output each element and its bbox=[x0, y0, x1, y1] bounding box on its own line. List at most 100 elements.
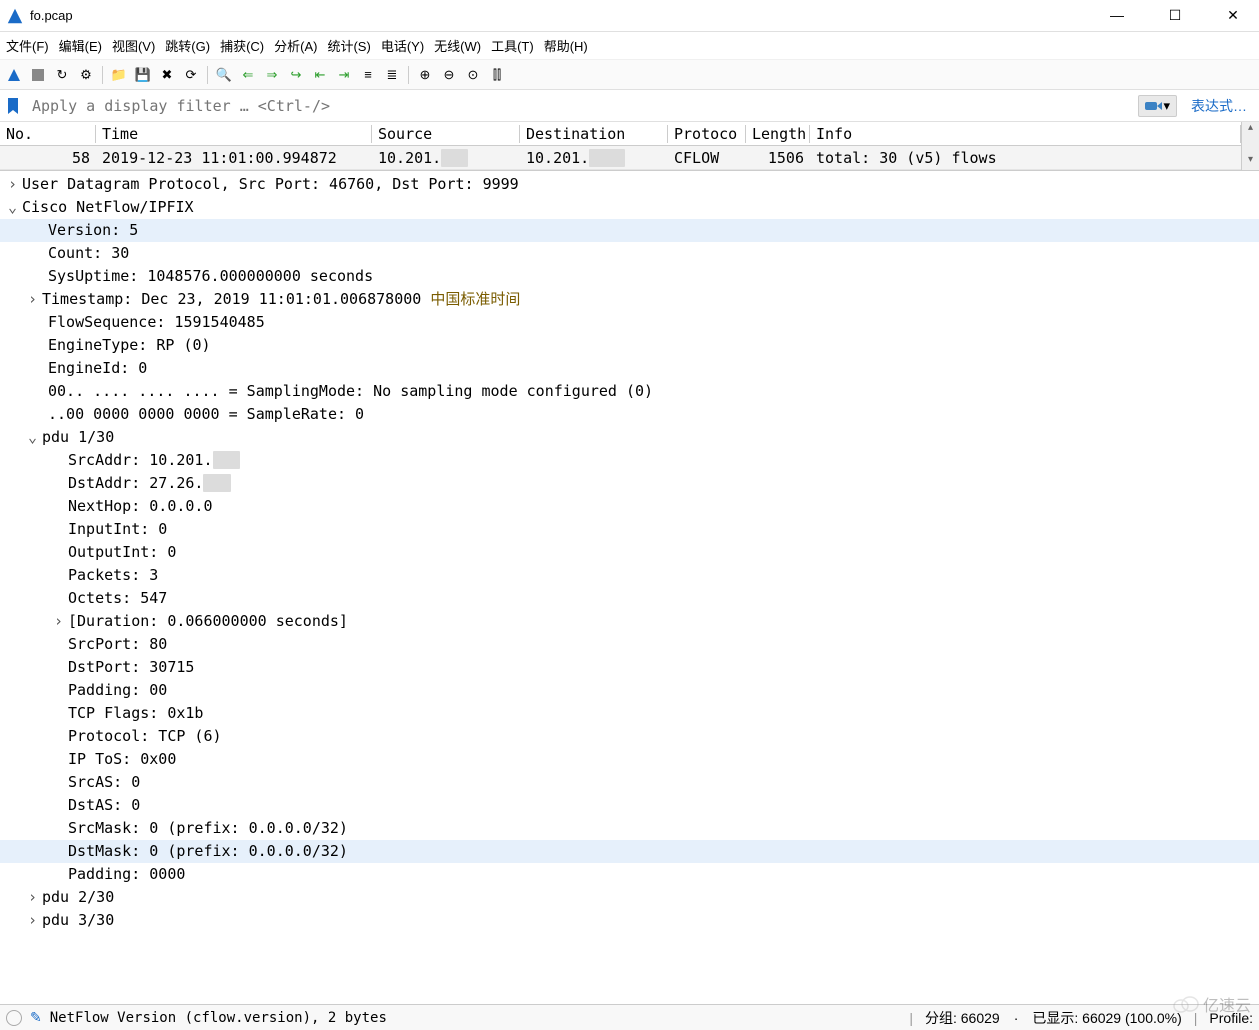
tree-nexthop[interactable]: NextHop: 0.0.0.0 bbox=[0, 495, 1259, 518]
display-filter-input[interactable] bbox=[28, 93, 1132, 119]
menu-tools[interactable]: 工具(T) bbox=[491, 36, 534, 55]
title-bar: fo.pcap — ☐ ✕ bbox=[0, 0, 1259, 32]
tree-count[interactable]: Count: 30 bbox=[0, 242, 1259, 265]
status-bar: ✎ NetFlow Version (cflow.version), 2 byt… bbox=[0, 1004, 1259, 1030]
tree-srcas[interactable]: SrcAS: 0 bbox=[0, 771, 1259, 794]
menu-file[interactable]: 文件(F) bbox=[6, 36, 49, 55]
column-protocol[interactable]: Protoco bbox=[668, 125, 746, 143]
menu-telephony[interactable]: 电话(Y) bbox=[381, 36, 424, 55]
cell-protocol: CFLOW bbox=[668, 149, 746, 167]
column-no[interactable]: No. bbox=[0, 125, 96, 143]
tree-flowsequence[interactable]: FlowSequence: 1591540485 bbox=[0, 311, 1259, 334]
toolbar-zoom-out-icon[interactable]: ⊖ bbox=[439, 65, 459, 85]
tree-pdu3[interactable]: ›pdu 3/30 bbox=[0, 909, 1259, 932]
toolbar-back-icon[interactable]: ⇐ bbox=[238, 65, 258, 85]
menu-bar: 文件(F) 编辑(E) 视图(V) 跳转(G) 捕获(C) 分析(A) 统计(S… bbox=[0, 32, 1259, 60]
toolbar-find-icon[interactable]: 🔍 bbox=[214, 65, 234, 85]
column-info[interactable]: Info bbox=[810, 125, 1241, 143]
toolbar-last-icon[interactable]: ⇥ bbox=[334, 65, 354, 85]
status-field: NetFlow Version (cflow.version), 2 bytes bbox=[50, 1010, 898, 1026]
main-toolbar: ↻ ⚙ 📁 💾 ✖ ⟳ 🔍 ⇐ ⇒ ↪ ⇤ ⇥ ≡ ≣ ⊕ ⊖ ⊙ ⫿⫿ bbox=[0, 60, 1259, 90]
tree-dstaddr[interactable]: DstAddr: 27.26.xxx bbox=[0, 472, 1259, 495]
column-source[interactable]: Source bbox=[372, 125, 520, 143]
toolbar-options-icon[interactable]: ⚙ bbox=[76, 65, 96, 85]
tree-dstport[interactable]: DstPort: 30715 bbox=[0, 656, 1259, 679]
menu-wireless[interactable]: 无线(W) bbox=[434, 36, 481, 55]
window-title: fo.pcap bbox=[30, 8, 1097, 23]
menu-go[interactable]: 跳转(G) bbox=[165, 36, 210, 55]
toolbar-forward-icon[interactable]: ⇒ bbox=[262, 65, 282, 85]
tree-netflow[interactable]: ⌄Cisco NetFlow/IPFIX bbox=[0, 196, 1259, 219]
tree-dstmask[interactable]: DstMask: 0 (prefix: 0.0.0.0/32) bbox=[0, 840, 1259, 863]
tree-outputint[interactable]: OutputInt: 0 bbox=[0, 541, 1259, 564]
tree-padding2[interactable]: Padding: 0000 bbox=[0, 863, 1259, 886]
app-icon bbox=[6, 7, 24, 25]
filter-apply-button[interactable]: ▾ bbox=[1138, 95, 1177, 117]
tree-inputint[interactable]: InputInt: 0 bbox=[0, 518, 1259, 541]
toolbar-stop-capture-icon[interactable] bbox=[28, 65, 48, 85]
column-length[interactable]: Length bbox=[746, 125, 810, 143]
tree-tcpflags[interactable]: TCP Flags: 0x1b bbox=[0, 702, 1259, 725]
toolbar-restart-capture-icon[interactable]: ↻ bbox=[52, 65, 72, 85]
toolbar-first-icon[interactable]: ⇤ bbox=[310, 65, 330, 85]
packet-row[interactable]: 58 2019-12-23 11:01:00.994872 10.201.xxx… bbox=[0, 146, 1241, 170]
tree-version[interactable]: Version: 5 bbox=[0, 219, 1259, 242]
column-destination[interactable]: Destination bbox=[520, 125, 668, 143]
toolbar-zoom-reset-icon[interactable]: ⊙ bbox=[463, 65, 483, 85]
tree-timestamp[interactable]: ›Timestamp: Dec 23, 2019 11:01:01.006878… bbox=[0, 288, 1259, 311]
toolbar-open-icon[interactable]: 📁 bbox=[109, 65, 129, 85]
tree-sysuptime[interactable]: SysUptime: 1048576.000000000 seconds bbox=[0, 265, 1259, 288]
tree-srcport[interactable]: SrcPort: 80 bbox=[0, 633, 1259, 656]
status-packets: 分组: 66029 bbox=[925, 1008, 1000, 1028]
expression-button[interactable]: 表达式… bbox=[1183, 96, 1255, 116]
column-time[interactable]: Time bbox=[96, 125, 372, 143]
menu-edit[interactable]: 编辑(E) bbox=[59, 36, 102, 55]
tree-padding1[interactable]: Padding: 00 bbox=[0, 679, 1259, 702]
tree-packets[interactable]: Packets: 3 bbox=[0, 564, 1259, 587]
tree-dstas[interactable]: DstAS: 0 bbox=[0, 794, 1259, 817]
toolbar-reload-icon[interactable]: ⟳ bbox=[181, 65, 201, 85]
status-displayed: 已显示: 66029 (100.0%) bbox=[1032, 1008, 1181, 1028]
toolbar-separator bbox=[207, 66, 208, 84]
tree-duration[interactable]: ›[Duration: 0.066000000 seconds] bbox=[0, 610, 1259, 633]
menu-analyze[interactable]: 分析(A) bbox=[274, 36, 317, 55]
tree-srcaddr[interactable]: SrcAddr: 10.201.xxx bbox=[0, 449, 1259, 472]
packet-list-scrollbar[interactable]: ▴▾ bbox=[1241, 122, 1259, 170]
cell-source: 10.201.xxx bbox=[372, 149, 520, 167]
packet-details-pane[interactable]: ›User Datagram Protocol, Src Port: 46760… bbox=[0, 170, 1259, 1004]
toolbar-resize-columns-icon[interactable]: ⫿⫿ bbox=[487, 65, 507, 85]
toolbar-close-icon[interactable]: ✖ bbox=[157, 65, 177, 85]
toolbar-zoom-in-icon[interactable]: ⊕ bbox=[415, 65, 435, 85]
minimize-button[interactable]: — bbox=[1097, 7, 1137, 24]
menu-statistics[interactable]: 统计(S) bbox=[327, 36, 370, 55]
expert-info-icon[interactable] bbox=[6, 1010, 22, 1026]
tree-iptos[interactable]: IP ToS: 0x00 bbox=[0, 748, 1259, 771]
toolbar-save-icon[interactable]: 💾 bbox=[133, 65, 153, 85]
bookmark-icon[interactable] bbox=[4, 97, 22, 115]
menu-capture[interactable]: 捕获(C) bbox=[220, 36, 264, 55]
toolbar-separator bbox=[408, 66, 409, 84]
tree-pdu1[interactable]: ⌄pdu 1/30 bbox=[0, 426, 1259, 449]
tree-udp[interactable]: ›User Datagram Protocol, Src Port: 46760… bbox=[0, 173, 1259, 196]
toolbar-goto-icon[interactable]: ↪ bbox=[286, 65, 306, 85]
packet-list-header: No. Time Source Destination Protoco Leng… bbox=[0, 122, 1241, 146]
maximize-button[interactable]: ☐ bbox=[1155, 7, 1195, 24]
toolbar-autoscroll-icon[interactable]: ≡ bbox=[358, 65, 378, 85]
tree-samplerate[interactable]: ..00 0000 0000 0000 = SampleRate: 0 bbox=[0, 403, 1259, 426]
filter-bar: ▾ 表达式… bbox=[0, 90, 1259, 122]
tree-pdu2[interactable]: ›pdu 2/30 bbox=[0, 886, 1259, 909]
edit-icon[interactable]: ✎ bbox=[30, 1009, 42, 1026]
toolbar-start-capture-icon[interactable] bbox=[4, 65, 24, 85]
close-button[interactable]: ✕ bbox=[1213, 7, 1253, 24]
tree-enginetype[interactable]: EngineType: RP (0) bbox=[0, 334, 1259, 357]
tree-samplingmode[interactable]: 00.. .... .... .... = SamplingMode: No s… bbox=[0, 380, 1259, 403]
cell-length: 1506 bbox=[746, 149, 810, 167]
menu-help[interactable]: 帮助(H) bbox=[544, 36, 588, 55]
menu-view[interactable]: 视图(V) bbox=[112, 36, 155, 55]
tree-octets[interactable]: Octets: 547 bbox=[0, 587, 1259, 610]
tree-protocol[interactable]: Protocol: TCP (6) bbox=[0, 725, 1259, 748]
tree-srcmask[interactable]: SrcMask: 0 (prefix: 0.0.0.0/32) bbox=[0, 817, 1259, 840]
cell-destination: 10.201.xxxx bbox=[520, 149, 668, 167]
toolbar-colorize-icon[interactable]: ≣ bbox=[382, 65, 402, 85]
tree-engineid[interactable]: EngineId: 0 bbox=[0, 357, 1259, 380]
